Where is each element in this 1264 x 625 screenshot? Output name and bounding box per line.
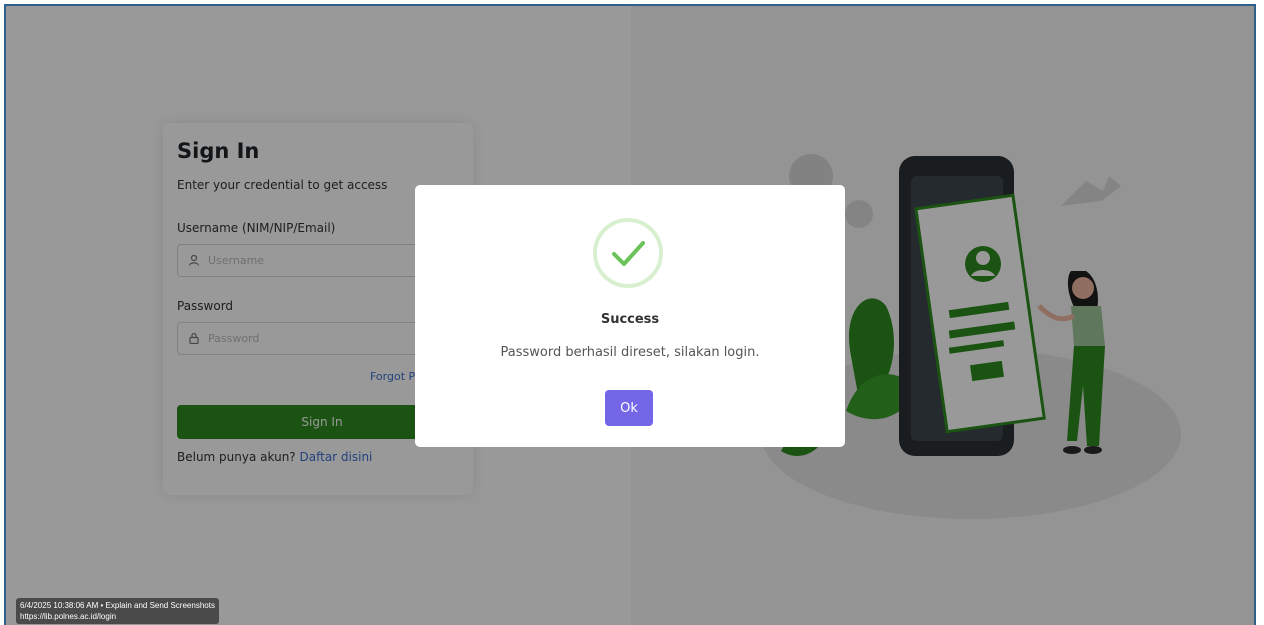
dialog-message: Password berhasil direset, silakan login… [500, 345, 760, 360]
ok-button[interactable]: Ok [605, 390, 653, 426]
capture-url: https://lib.polnes.ac.id/login [20, 612, 117, 621]
success-dialog: Success Password berhasil direset, silak… [415, 185, 845, 447]
checkmark-icon [612, 241, 645, 266]
browser-viewport: Sign In Enter your credential to get acc… [4, 4, 1256, 625]
dialog-title: Success [600, 312, 660, 327]
success-icon-ring [593, 218, 663, 288]
screenshot-capture-tag: 6/4/2025 10:38:06 AM • Explain and Send … [16, 598, 219, 624]
capture-timestamp: 6/4/2025 10:38:06 AM • Explain and Send … [20, 601, 215, 610]
